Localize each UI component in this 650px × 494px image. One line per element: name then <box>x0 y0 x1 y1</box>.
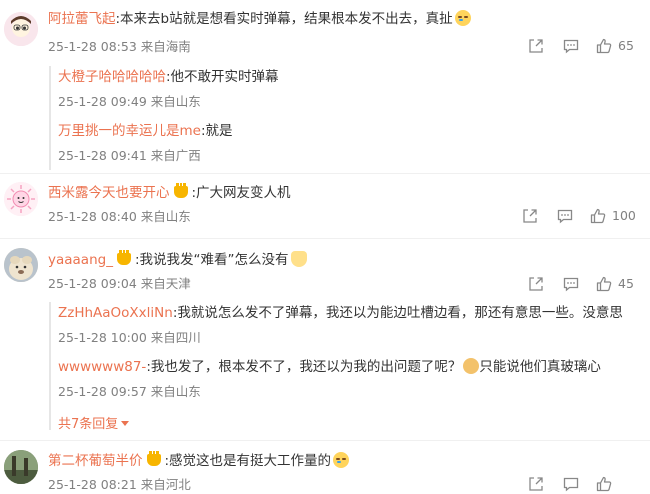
comment-icon[interactable] <box>557 208 573 224</box>
chevron-down-icon <box>121 421 130 426</box>
username-link[interactable]: yaaaang_ <box>48 252 113 268</box>
reply-meta: 25-1-28 09:57 来自山东 <box>58 384 201 399</box>
comment-meta: 25-1-28 08:53 来自海南 <box>48 39 191 54</box>
doge-emoji-icon <box>463 358 480 374</box>
share-icon[interactable] <box>528 476 544 492</box>
avatar[interactable] <box>4 450 38 484</box>
vip-crown-icon <box>173 183 188 198</box>
more-replies-label: 共7条回复 <box>58 417 119 432</box>
comment-text: 阿拉蕾飞起:本来去b站就是想看实时弹幕，结果根本发不出去，真扯 <box>48 10 471 28</box>
divider <box>0 173 650 174</box>
divider <box>0 440 650 441</box>
view-more-replies-link[interactable]: 共7条回复 <box>58 413 130 432</box>
share-icon[interactable] <box>528 276 544 292</box>
share-icon[interactable] <box>522 208 538 224</box>
reply-body: :我就说怎么发不了弹幕，我还以为能边吐槽边看，那还有意思一些。没意思 <box>172 305 623 321</box>
comment-icon[interactable] <box>563 38 579 54</box>
reply-meta: 25-1-28 09:41 来自广西 <box>58 148 201 163</box>
reply-thread-bar <box>49 66 51 170</box>
avatar[interactable] <box>4 248 38 282</box>
reply-text: 万里挑一的幸运儿是me:就是 <box>58 122 233 140</box>
comment-body: :广大网友变人机 <box>191 185 291 201</box>
comment-text: 西米露今天也要开心 :广大网友变人机 <box>48 183 291 202</box>
like-icon[interactable] <box>590 208 606 224</box>
comment-body: :本来去b站就是想看实时弹幕，结果根本发不出去，真扯 <box>115 11 453 27</box>
comment-icon[interactable] <box>563 276 579 292</box>
like-icon[interactable] <box>596 476 612 492</box>
reply-meta: 25-1-28 09:49 来自山东 <box>58 94 201 109</box>
avatar[interactable] <box>4 12 38 46</box>
like-count: 100 <box>612 208 636 223</box>
share-icon[interactable] <box>528 38 544 54</box>
cat-face-emoji-icon <box>290 251 307 267</box>
tears-of-joy-emoji-icon <box>454 10 471 26</box>
avatar[interactable] <box>4 182 38 216</box>
divider <box>0 238 650 239</box>
vip-crown-icon <box>146 451 161 466</box>
like-count: 45 <box>618 276 634 291</box>
username-link[interactable]: wwwwww87- <box>58 359 146 375</box>
comment-text: yaaaang_ :我说我发“难看”怎么没有 <box>48 250 307 269</box>
reply-text: 大橙子哈哈哈哈哈:他不敢开实时弹幕 <box>58 68 279 86</box>
comment-body: :我说我发“难看”怎么没有 <box>134 252 289 268</box>
username-link[interactable]: 第二杯葡萄半价 <box>48 453 143 469</box>
reply-body-continued: 只能说他们真玻璃心 <box>479 359 601 375</box>
username-link[interactable]: 万里挑一的幸运儿是me <box>58 123 201 139</box>
vip-crown-icon <box>116 250 131 265</box>
tears-of-joy-emoji-icon <box>333 452 350 468</box>
reply-thread-bar <box>49 302 51 430</box>
reply-meta: 25-1-28 10:00 来自四川 <box>58 330 201 345</box>
comment-actions: 100 <box>522 208 636 226</box>
comment-meta: 25-1-28 08:40 来自山东 <box>48 209 191 224</box>
comment-actions: 45 <box>528 276 640 294</box>
like-icon[interactable] <box>596 38 612 54</box>
username-link[interactable]: ZzHhAaOoXxliNn <box>58 305 173 321</box>
comment-actions: 65 <box>528 38 640 56</box>
like-count: 65 <box>618 38 634 53</box>
comment-actions <box>528 476 640 494</box>
reply-body: :我也发了，根本发不了，我还以为我的出问题了呢？ <box>146 359 462 375</box>
reply-text: ZzHhAaOoXxliNn:我就说怎么发不了弹幕，我还以为能边吐槽边看，那还有… <box>58 304 623 322</box>
reply-body: :他不敢开实时弹幕 <box>166 69 279 85</box>
comment-body: :感觉这也是有挺大工作量的 <box>164 453 332 469</box>
like-icon[interactable] <box>596 276 612 292</box>
reply-body: :就是 <box>200 123 233 139</box>
comment-text: 第二杯葡萄半价 :感觉这也是有挺大工作量的 <box>48 451 350 470</box>
username-link[interactable]: 大橙子哈哈哈哈哈 <box>58 69 166 85</box>
username-link[interactable]: 阿拉蕾飞起 <box>48 11 116 27</box>
comment-meta: 25-1-28 08:21 来自河北 <box>48 477 191 492</box>
reply-text: wwwwww87-:我也发了，根本发不了，我还以为我的出问题了呢？ 只能说他们真玻… <box>58 358 601 376</box>
comment-meta: 25-1-28 09:04 来自天津 <box>48 276 191 291</box>
username-link[interactable]: 西米露今天也要开心 <box>48 185 170 201</box>
comment-icon[interactable] <box>563 476 579 492</box>
